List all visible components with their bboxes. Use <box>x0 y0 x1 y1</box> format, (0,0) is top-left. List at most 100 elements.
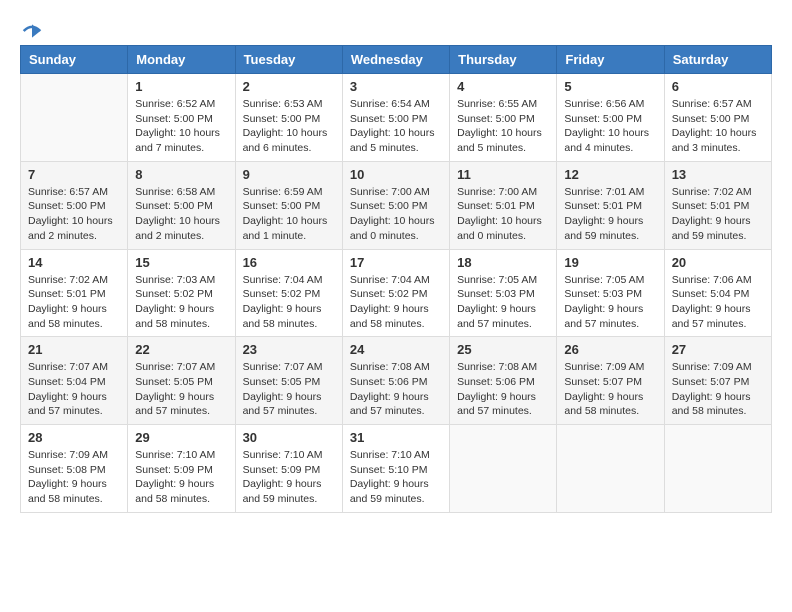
day-info: Sunrise: 6:55 AMSunset: 5:00 PMDaylight:… <box>457 97 549 156</box>
day-info: Sunrise: 7:03 AMSunset: 5:02 PMDaylight:… <box>135 273 227 332</box>
day-number: 16 <box>243 255 335 270</box>
calendar-cell: 11 Sunrise: 7:00 AMSunset: 5:01 PMDayligh… <box>450 161 557 249</box>
day-info: Sunrise: 7:10 AMSunset: 5:09 PMDaylight:… <box>135 448 227 507</box>
day-info: Sunrise: 7:01 AMSunset: 5:01 PMDaylight:… <box>564 185 656 244</box>
calendar-cell: 12 Sunrise: 7:01 AMSunset: 5:01 PMDayligh… <box>557 161 664 249</box>
day-info: Sunrise: 7:07 AMSunset: 5:05 PMDaylight:… <box>243 360 335 419</box>
day-number: 31 <box>350 430 442 445</box>
day-number: 23 <box>243 342 335 357</box>
day-info: Sunrise: 6:59 AMSunset: 5:00 PMDaylight:… <box>243 185 335 244</box>
calendar-cell: 30 Sunrise: 7:10 AMSunset: 5:09 PMDayligh… <box>235 425 342 513</box>
day-info: Sunrise: 7:02 AMSunset: 5:01 PMDaylight:… <box>672 185 764 244</box>
calendar: SundayMondayTuesdayWednesdayThursdayFrid… <box>20 45 772 513</box>
day-number: 15 <box>135 255 227 270</box>
day-number: 26 <box>564 342 656 357</box>
day-info: Sunrise: 7:04 AMSunset: 5:02 PMDaylight:… <box>243 273 335 332</box>
day-number: 12 <box>564 167 656 182</box>
calendar-week-row: 14 Sunrise: 7:02 AMSunset: 5:01 PMDayligh… <box>21 249 772 337</box>
calendar-cell: 20 Sunrise: 7:06 AMSunset: 5:04 PMDayligh… <box>664 249 771 337</box>
day-info: Sunrise: 6:53 AMSunset: 5:00 PMDaylight:… <box>243 97 335 156</box>
calendar-cell: 8 Sunrise: 6:58 AMSunset: 5:00 PMDaylight… <box>128 161 235 249</box>
header-monday: Monday <box>128 46 235 74</box>
day-number: 8 <box>135 167 227 182</box>
logo <box>20 20 44 35</box>
day-number: 6 <box>672 79 764 94</box>
day-info: Sunrise: 7:07 AMSunset: 5:05 PMDaylight:… <box>135 360 227 419</box>
header-wednesday: Wednesday <box>342 46 449 74</box>
calendar-week-row: 1Sunrise: 6:52 AMSunset: 5:00 PMDaylight… <box>21 74 772 162</box>
calendar-cell: 3Sunrise: 6:54 AMSunset: 5:00 PMDaylight… <box>342 74 449 162</box>
day-info: Sunrise: 7:07 AMSunset: 5:04 PMDaylight:… <box>28 360 120 419</box>
day-info: Sunrise: 7:08 AMSunset: 5:06 PMDaylight:… <box>457 360 549 419</box>
day-number: 9 <box>243 167 335 182</box>
logo-icon <box>22 21 42 41</box>
day-number: 18 <box>457 255 549 270</box>
day-number: 4 <box>457 79 549 94</box>
day-number: 30 <box>243 430 335 445</box>
day-number: 2 <box>243 79 335 94</box>
calendar-cell <box>557 425 664 513</box>
day-info: Sunrise: 6:57 AMSunset: 5:00 PMDaylight:… <box>28 185 120 244</box>
day-number: 20 <box>672 255 764 270</box>
calendar-cell: 16 Sunrise: 7:04 AMSunset: 5:02 PMDayligh… <box>235 249 342 337</box>
day-info: Sunrise: 7:06 AMSunset: 5:04 PMDaylight:… <box>672 273 764 332</box>
calendar-cell <box>450 425 557 513</box>
calendar-cell: 22 Sunrise: 7:07 AMSunset: 5:05 PMDayligh… <box>128 337 235 425</box>
day-info: Sunrise: 7:04 AMSunset: 5:02 PMDaylight:… <box>350 273 442 332</box>
calendar-header-row: SundayMondayTuesdayWednesdayThursdayFrid… <box>21 46 772 74</box>
day-number: 14 <box>28 255 120 270</box>
day-number: 5 <box>564 79 656 94</box>
calendar-cell: 14 Sunrise: 7:02 AMSunset: 5:01 PMDayligh… <box>21 249 128 337</box>
calendar-cell: 5 Sunrise: 6:56 AMSunset: 5:00 PMDaylight… <box>557 74 664 162</box>
day-number: 7 <box>28 167 120 182</box>
day-number: 25 <box>457 342 549 357</box>
calendar-cell <box>21 74 128 162</box>
day-info: Sunrise: 7:10 AMSunset: 5:10 PMDaylight:… <box>350 448 442 507</box>
day-number: 10 <box>350 167 442 182</box>
calendar-cell: 26 Sunrise: 7:09 AMSunset: 5:07 PMDayligh… <box>557 337 664 425</box>
day-info: Sunrise: 6:52 AMSunset: 5:00 PMDaylight:… <box>135 97 227 156</box>
day-info: Sunrise: 6:58 AMSunset: 5:00 PMDaylight:… <box>135 185 227 244</box>
day-number: 21 <box>28 342 120 357</box>
page-header <box>20 20 772 35</box>
calendar-cell: 31 Sunrise: 7:10 AMSunset: 5:10 PMDayligh… <box>342 425 449 513</box>
day-info: Sunrise: 7:10 AMSunset: 5:09 PMDaylight:… <box>243 448 335 507</box>
day-number: 17 <box>350 255 442 270</box>
day-info: Sunrise: 7:09 AMSunset: 5:07 PMDaylight:… <box>564 360 656 419</box>
calendar-cell: 25 Sunrise: 7:08 AMSunset: 5:06 PMDayligh… <box>450 337 557 425</box>
calendar-cell: 23 Sunrise: 7:07 AMSunset: 5:05 PMDayligh… <box>235 337 342 425</box>
day-number: 19 <box>564 255 656 270</box>
header-friday: Friday <box>557 46 664 74</box>
day-info: Sunrise: 6:57 AMSunset: 5:00 PMDaylight:… <box>672 97 764 156</box>
calendar-cell: 2 Sunrise: 6:53 AMSunset: 5:00 PMDaylight… <box>235 74 342 162</box>
day-number: 27 <box>672 342 764 357</box>
day-info: Sunrise: 7:00 AMSunset: 5:00 PMDaylight:… <box>350 185 442 244</box>
calendar-cell: 17 Sunrise: 7:04 AMSunset: 5:02 PMDayligh… <box>342 249 449 337</box>
calendar-cell: 28Sunrise: 7:09 AMSunset: 5:08 PMDayligh… <box>21 425 128 513</box>
day-number: 3 <box>350 79 442 94</box>
calendar-cell: 24 Sunrise: 7:08 AMSunset: 5:06 PMDayligh… <box>342 337 449 425</box>
header-thursday: Thursday <box>450 46 557 74</box>
calendar-cell: 10 Sunrise: 7:00 AMSunset: 5:00 PMDayligh… <box>342 161 449 249</box>
calendar-cell: 4 Sunrise: 6:55 AMSunset: 5:00 PMDaylight… <box>450 74 557 162</box>
calendar-cell: 6 Sunrise: 6:57 AMSunset: 5:00 PMDaylight… <box>664 74 771 162</box>
day-info: Sunrise: 7:09 AMSunset: 5:07 PMDaylight:… <box>672 360 764 419</box>
day-number: 24 <box>350 342 442 357</box>
calendar-cell <box>664 425 771 513</box>
day-number: 22 <box>135 342 227 357</box>
day-info: Sunrise: 7:05 AMSunset: 5:03 PMDaylight:… <box>564 273 656 332</box>
day-number: 13 <box>672 167 764 182</box>
calendar-cell: 27 Sunrise: 7:09 AMSunset: 5:07 PMDayligh… <box>664 337 771 425</box>
day-info: Sunrise: 7:08 AMSunset: 5:06 PMDaylight:… <box>350 360 442 419</box>
calendar-week-row: 28Sunrise: 7:09 AMSunset: 5:08 PMDayligh… <box>21 425 772 513</box>
day-number: 11 <box>457 167 549 182</box>
day-info: Sunrise: 7:02 AMSunset: 5:01 PMDaylight:… <box>28 273 120 332</box>
calendar-cell: 9 Sunrise: 6:59 AMSunset: 5:00 PMDaylight… <box>235 161 342 249</box>
calendar-cell: 19 Sunrise: 7:05 AMSunset: 5:03 PMDayligh… <box>557 249 664 337</box>
calendar-week-row: 7 Sunrise: 6:57 AMSunset: 5:00 PMDaylight… <box>21 161 772 249</box>
calendar-cell: 1Sunrise: 6:52 AMSunset: 5:00 PMDaylight… <box>128 74 235 162</box>
day-info: Sunrise: 6:56 AMSunset: 5:00 PMDaylight:… <box>564 97 656 156</box>
day-info: Sunrise: 7:00 AMSunset: 5:01 PMDaylight:… <box>457 185 549 244</box>
calendar-cell: 15 Sunrise: 7:03 AMSunset: 5:02 PMDayligh… <box>128 249 235 337</box>
calendar-cell: 29Sunrise: 7:10 AMSunset: 5:09 PMDayligh… <box>128 425 235 513</box>
